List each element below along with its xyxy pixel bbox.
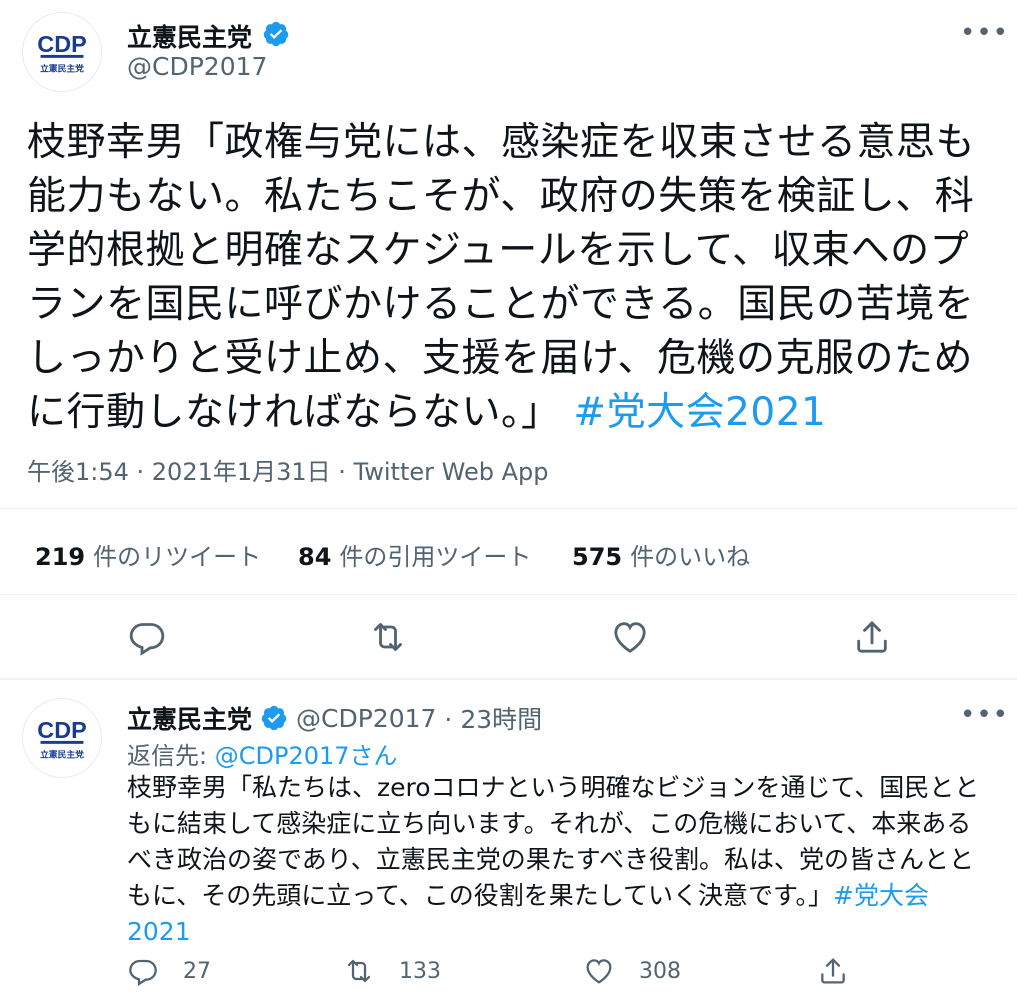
retweet-label: 件のリツイート [93,543,262,571]
verified-badge-icon [261,705,287,731]
reply-like-button[interactable]: 308 [583,955,681,987]
replying-to-label: 返信先: [127,742,208,770]
like-icon [614,622,646,653]
svg-text:CDP: CDP [37,31,86,57]
reply-handle[interactable]: @CDP2017 [296,704,436,733]
divider [0,594,1017,595]
reply-time[interactable]: · 23時間 [444,700,542,736]
retweet-stat[interactable]: 219 件のリツイート [35,537,261,572]
reply-icon [129,959,157,987]
like-button[interactable] [610,617,650,657]
retweet-icon [374,623,402,651]
retweet-count: 219 [35,543,86,571]
reply-share-button[interactable] [817,955,849,987]
reply-retweet-button[interactable]: 133 [343,955,441,987]
reply-like-count: 308 [639,958,681,984]
hashtag-link[interactable]: #党大会2021 [573,390,826,435]
more-icon[interactable]: ••• [960,700,1009,730]
replying-to-link[interactable]: @CDP2017さん [215,742,398,770]
tweet-body: 枝野幸男「政権与党には、感染症を収束させる意思も能力もない。私たちこそが、政府の… [27,120,976,435]
verified-badge-icon [263,21,289,47]
more-icon[interactable]: ••• [960,18,1009,48]
reply-reply-button[interactable]: 27 [127,955,211,987]
retweet-icon [347,959,371,983]
svg-text:CDP: CDP [37,717,86,743]
retweet-button[interactable] [368,617,408,657]
svg-text:立憲民主党: 立憲民主党 [40,62,84,74]
cdp-logo-icon: CDP 立憲民主党 [37,31,86,75]
reply-display-name[interactable]: 立憲民主党 [127,700,252,736]
reply-icon [129,623,165,656]
quote-count: 84 [298,543,332,571]
reply-header: 立憲民主党 @CDP2017 · 23時間 [127,700,542,736]
share-button[interactable] [852,617,892,657]
share-icon [821,958,845,984]
share-icon [857,621,887,653]
tweet-text: 枝野幸男「政権与党には、感染症を収束させる意思も能力もない。私たちこそが、政府の… [27,116,982,440]
handle[interactable]: @CDP2017 [127,52,267,81]
reply-tweet-text: 枝野幸男「私たちは、zeroコロナという明確なビジョンを通じて、国民とともに結束… [127,770,987,950]
svg-text:立憲民主党: 立憲民主党 [40,749,84,761]
like-label: 件のいいね [630,543,751,571]
like-stat[interactable]: 575 件のいいね [572,537,750,572]
quote-stat[interactable]: 84 件の引用ツイート [298,537,531,572]
quote-label: 件の引用ツイート [339,543,532,571]
display-name[interactable]: 立憲民主党 [127,18,252,54]
reply-button[interactable] [127,617,167,657]
tweet-timestamp[interactable]: 午後1:54 · 2021年1月31日 · Twitter Web App [27,452,548,487]
reply-count: 27 [183,958,211,984]
reply-retweet-count: 133 [399,958,441,984]
avatar[interactable]: CDP 立憲民主党 [22,12,102,92]
cdp-logo-icon: CDP 立憲民主党 [37,717,86,761]
divider [0,678,1017,680]
replying-to: 返信先: @CDP2017さん [127,736,398,771]
divider [0,508,1017,509]
reply-avatar[interactable]: CDP 立憲民主党 [22,698,102,778]
like-icon [586,959,612,984]
like-count: 575 [572,543,623,571]
